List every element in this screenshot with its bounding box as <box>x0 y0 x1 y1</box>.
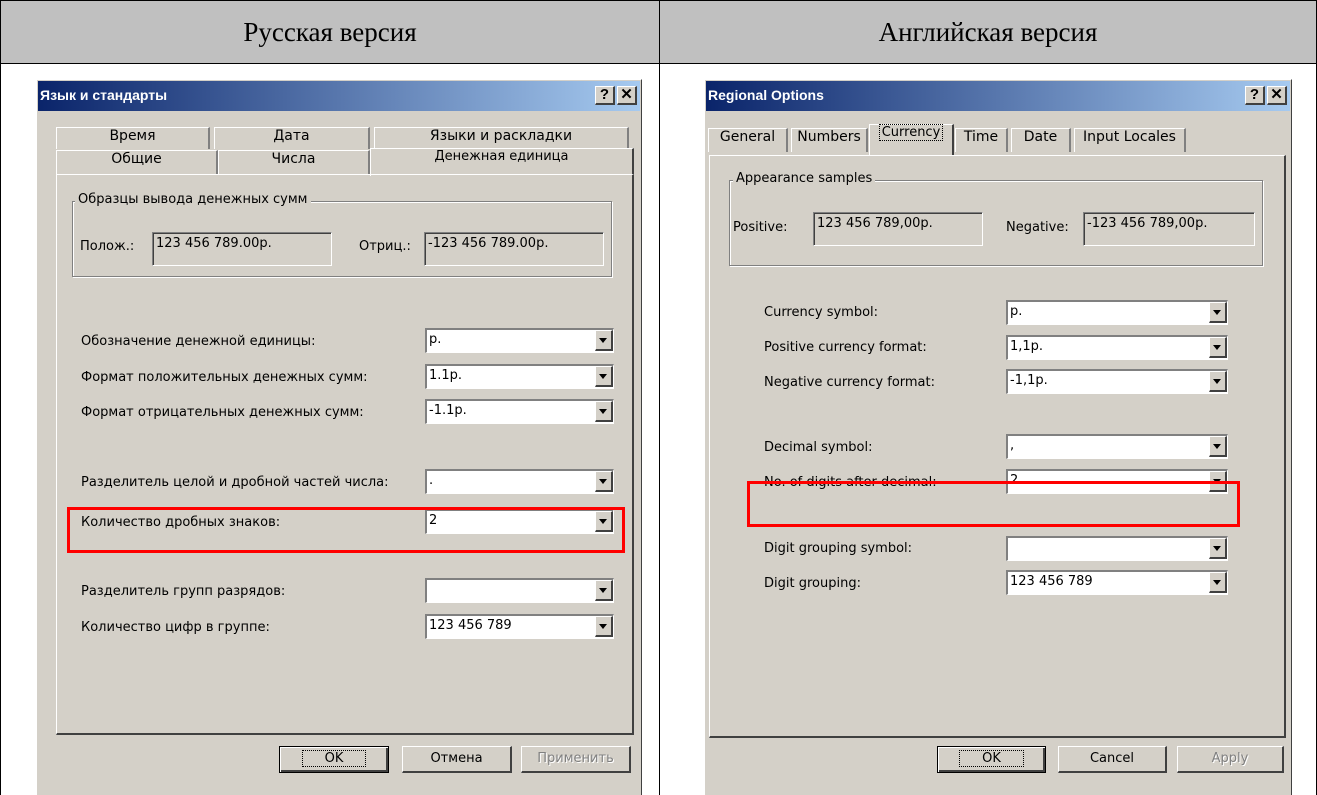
group-separator-combo[interactable] <box>425 578 614 603</box>
negative-format-label: Negative currency format: <box>764 375 935 390</box>
grouping-symbol-label: Digit grouping symbol: <box>764 541 913 556</box>
currency-symbol-label: Обозначение денежной единицы: <box>81 334 316 349</box>
dialog-english: Regional Options ? ✕ General Numbers Cur… <box>704 79 1292 795</box>
chevron-down-icon[interactable] <box>1209 337 1227 358</box>
samples-group-label: Образцы вывода денежных сумм <box>75 192 311 207</box>
combo-value: . <box>429 473 434 488</box>
currency-symbol-label: Currency symbol: <box>764 305 879 320</box>
digit-grouping-combo[interactable]: 123 456 789 <box>1006 570 1228 595</box>
chevron-down-icon[interactable] <box>595 401 613 422</box>
tab-currency[interactable]: Currency <box>869 124 954 156</box>
tab-time[interactable]: Время <box>56 127 210 149</box>
negative-format-label: Формат отрицательных денежных сумм: <box>81 405 364 420</box>
chevron-down-icon[interactable] <box>1209 436 1227 457</box>
apply-button[interactable]: Применить <box>521 746 631 773</box>
tab-numbers[interactable]: Numbers <box>791 128 868 152</box>
table-border-left <box>0 63 1 795</box>
chevron-down-icon[interactable] <box>1209 371 1227 392</box>
positive-sample: 123 456 789.00р. <box>152 232 332 266</box>
combo-value: 1.1р. <box>429 368 463 383</box>
chevron-down-icon[interactable] <box>595 330 613 351</box>
help-icon[interactable]: ? <box>595 86 615 105</box>
positive-format-label: Формат положительных денежных сумм: <box>81 370 368 385</box>
dialog-title: Язык и стандарты <box>40 87 168 103</box>
combo-value: р. <box>429 332 442 347</box>
decimal-symbol-label: Decimal symbol: <box>764 440 873 455</box>
close-icon[interactable]: ✕ <box>617 86 637 105</box>
currency-symbol-combo[interactable]: р. <box>425 328 614 353</box>
digit-grouping-label: Digit grouping: <box>764 576 861 591</box>
ok-button[interactable]: OK <box>279 746 389 773</box>
apply-button[interactable]: Apply <box>1177 746 1284 773</box>
negative-label: Negative: <box>1006 220 1069 235</box>
positive-format-label: Positive currency format: <box>764 340 927 355</box>
samples-group-label: Appearance samples <box>733 171 876 186</box>
positive-sample: 123 456 789,00р. <box>813 212 983 246</box>
highlight-box <box>67 507 625 553</box>
chevron-down-icon[interactable] <box>1209 572 1227 593</box>
dialog-russian: Язык и стандарты ? ✕ Время Дата Языки и … <box>36 79 642 795</box>
help-icon[interactable]: ? <box>1245 86 1265 105</box>
group-separator-label: Разделитель групп разрядов: <box>81 584 286 599</box>
negative-format-combo[interactable]: -1,1р. <box>1006 369 1228 394</box>
digit-grouping-combo[interactable]: 123 456 789 <box>425 614 614 639</box>
combo-value: -1,1р. <box>1010 373 1048 388</box>
close-icon[interactable]: ✕ <box>1267 86 1287 105</box>
title-bar: Regional Options ? ✕ <box>706 81 1290 111</box>
header-russian: Русская версия <box>0 0 660 64</box>
combo-value: -1.1р. <box>429 403 467 418</box>
decimal-separator-label: Разделитель целой и дробной частей числа… <box>81 475 389 490</box>
tab-date[interactable]: Date <box>1011 128 1071 152</box>
highlight-box <box>747 481 1240 527</box>
negative-sample: -123 456 789,00р. <box>1083 212 1255 246</box>
tab-panel: Appearance samples Positive: 123 456 789… <box>709 155 1286 738</box>
negative-format-combo[interactable]: -1.1р. <box>425 399 614 424</box>
decimal-separator-combo[interactable]: . <box>425 469 614 494</box>
positive-label: Positive: <box>733 220 788 235</box>
tab-languages[interactable]: Языки и раскладки <box>374 127 629 149</box>
tab-numbers[interactable]: Числа <box>218 150 370 174</box>
combo-value: , <box>1010 438 1015 453</box>
tab-date[interactable]: Дата <box>214 127 370 149</box>
decimal-symbol-combo[interactable]: , <box>1006 434 1228 459</box>
negative-sample: -123 456 789.00р. <box>424 232 604 266</box>
combo-value: 123 456 789 <box>1010 574 1093 589</box>
title-bar: Язык и стандарты ? ✕ <box>38 81 640 111</box>
chevron-down-icon[interactable] <box>1209 538 1227 559</box>
tab-currency[interactable]: Денежная единица <box>370 148 634 176</box>
digit-grouping-label: Количество цифр в группе: <box>81 620 270 635</box>
chevron-down-icon[interactable] <box>595 471 613 492</box>
combo-value: р. <box>1010 304 1023 319</box>
dialog-title: Regional Options <box>708 87 824 103</box>
negative-label: Отриц.: <box>359 239 411 254</box>
combo-value: 1,1р. <box>1010 339 1044 354</box>
ok-button[interactable]: OK <box>937 746 1046 773</box>
cancel-button[interactable]: Cancel <box>1058 746 1167 773</box>
currency-symbol-combo[interactable]: р. <box>1006 300 1228 325</box>
tab-general[interactable]: General <box>708 128 788 152</box>
chevron-down-icon[interactable] <box>595 366 613 387</box>
tab-time[interactable]: Time <box>955 128 1008 152</box>
tab-input-locales[interactable]: Input Locales <box>1074 128 1186 152</box>
tab-general[interactable]: Общие <box>56 150 218 174</box>
cancel-button[interactable]: Отмена <box>402 746 512 773</box>
combo-value: 123 456 789 <box>429 618 512 633</box>
header-english: Английская версия <box>659 0 1317 64</box>
tab-panel: Образцы вывода денежных сумм Полож.: 123… <box>56 174 634 735</box>
chevron-down-icon[interactable] <box>595 616 613 637</box>
positive-format-combo[interactable]: 1.1р. <box>425 364 614 389</box>
grouping-symbol-combo[interactable] <box>1006 536 1228 561</box>
chevron-down-icon[interactable] <box>1209 302 1227 323</box>
positive-label: Полож.: <box>80 239 135 254</box>
table-divider <box>659 63 660 795</box>
positive-format-combo[interactable]: 1,1р. <box>1006 335 1228 360</box>
chevron-down-icon[interactable] <box>595 580 613 601</box>
